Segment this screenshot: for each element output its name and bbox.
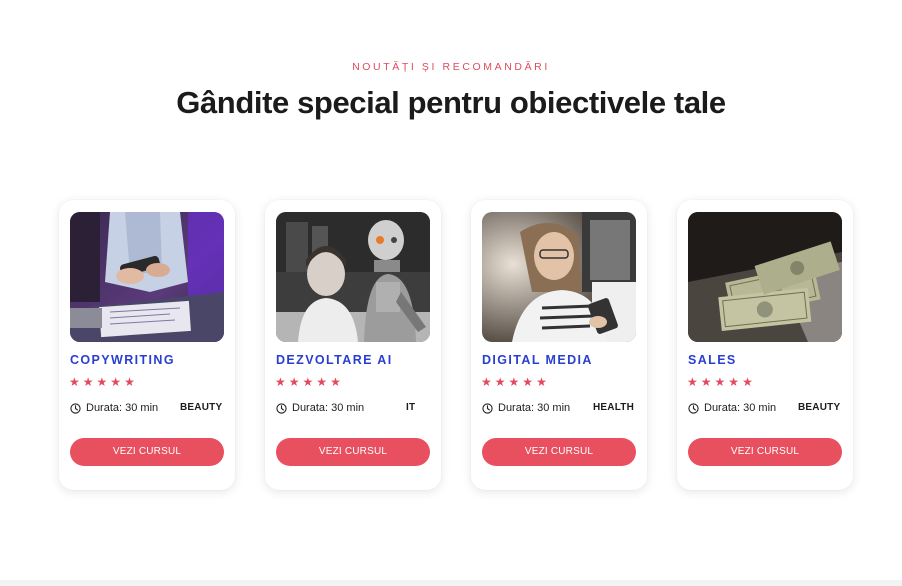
course-image[interactable] bbox=[70, 212, 224, 342]
course-title[interactable]: SALES bbox=[688, 353, 737, 367]
category-tag: IT bbox=[406, 402, 416, 413]
star-icon: ★ bbox=[110, 375, 122, 389]
star-icon: ★ bbox=[69, 375, 80, 389]
course-card-copywriting[interactable]: COPYWRITING ★ ★ ★ ★ ★ Durata: 30 min BEA… bbox=[59, 200, 235, 490]
clock-icon bbox=[482, 403, 493, 414]
star-icon: ★ bbox=[316, 375, 328, 389]
duration-label: Durata: 30 min bbox=[704, 402, 777, 414]
course-card-dezvoltare-ai[interactable]: DEZVOLTARE AI ★ ★ ★ ★ ★ Durata: 30 min I… bbox=[265, 200, 441, 490]
star-icon: ★ bbox=[124, 375, 135, 389]
course-meta: Durata: 30 min BEAUTY bbox=[688, 401, 842, 417]
photo-money-laptop-icon bbox=[688, 212, 842, 342]
star-icon: ★ bbox=[728, 375, 740, 389]
photo-robot-and-woman-icon bbox=[276, 212, 430, 342]
section-eyebrow: NOUTĂȚI ȘI RECOMANDĂRI bbox=[352, 61, 550, 73]
star-icon: ★ bbox=[508, 375, 520, 389]
category-tag: BEAUTY bbox=[180, 402, 223, 413]
course-title[interactable]: DEZVOLTARE AI bbox=[276, 353, 393, 367]
view-course-button[interactable]: VEZI CURSUL bbox=[688, 438, 842, 466]
star-icon: ★ bbox=[536, 375, 547, 389]
course-card-digital-media[interactable]: DIGITAL MEDIA ★ ★ ★ ★ ★ Durata: 30 min H… bbox=[471, 200, 647, 490]
star-icon: ★ bbox=[742, 375, 753, 389]
duration-label: Durata: 30 min bbox=[498, 402, 571, 414]
duration-label: Durata: 30 min bbox=[292, 402, 365, 414]
course-meta: Durata: 30 min IT bbox=[276, 401, 430, 417]
star-icon: ★ bbox=[302, 375, 314, 389]
rating-stars: ★ ★ ★ ★ ★ bbox=[687, 375, 753, 389]
course-meta: Durata: 30 min HEALTH bbox=[482, 401, 636, 417]
star-icon: ★ bbox=[714, 375, 726, 389]
star-icon: ★ bbox=[522, 375, 534, 389]
view-course-button[interactable]: VEZI CURSUL bbox=[276, 438, 430, 466]
category-tag: BEAUTY bbox=[798, 402, 841, 413]
star-icon: ★ bbox=[82, 375, 94, 389]
photo-person-writing-icon bbox=[70, 212, 224, 342]
course-card-sales[interactable]: SALES ★ ★ ★ ★ ★ Durata: 30 min BEAUTY VE… bbox=[677, 200, 853, 490]
course-image[interactable] bbox=[276, 212, 430, 342]
star-icon: ★ bbox=[494, 375, 506, 389]
star-icon: ★ bbox=[481, 375, 492, 389]
course-title[interactable]: COPYWRITING bbox=[70, 353, 175, 367]
course-meta: Durata: 30 min BEAUTY bbox=[70, 401, 224, 417]
star-icon: ★ bbox=[288, 375, 300, 389]
star-icon: ★ bbox=[330, 375, 341, 389]
star-icon: ★ bbox=[96, 375, 108, 389]
clock-icon bbox=[276, 403, 287, 414]
star-icon: ★ bbox=[687, 375, 698, 389]
rating-stars: ★ ★ ★ ★ ★ bbox=[481, 375, 547, 389]
section-divider bbox=[0, 580, 902, 586]
photo-woman-phone-icon bbox=[482, 212, 636, 342]
view-course-button[interactable]: VEZI CURSUL bbox=[70, 438, 224, 466]
rating-stars: ★ ★ ★ ★ ★ bbox=[69, 375, 135, 389]
clock-icon bbox=[688, 403, 699, 414]
category-tag: HEALTH bbox=[593, 402, 635, 413]
course-cards: COPYWRITING ★ ★ ★ ★ ★ Durata: 30 min BEA… bbox=[59, 200, 853, 490]
course-image[interactable] bbox=[482, 212, 636, 342]
duration-label: Durata: 30 min bbox=[86, 402, 159, 414]
course-title[interactable]: DIGITAL MEDIA bbox=[482, 353, 593, 367]
section-headline: Gândite special pentru obiectivele tale bbox=[176, 85, 726, 120]
course-image[interactable] bbox=[688, 212, 842, 342]
clock-icon bbox=[70, 403, 81, 414]
star-icon: ★ bbox=[700, 375, 712, 389]
star-icon: ★ bbox=[275, 375, 286, 389]
view-course-button[interactable]: VEZI CURSUL bbox=[482, 438, 636, 466]
rating-stars: ★ ★ ★ ★ ★ bbox=[275, 375, 341, 389]
